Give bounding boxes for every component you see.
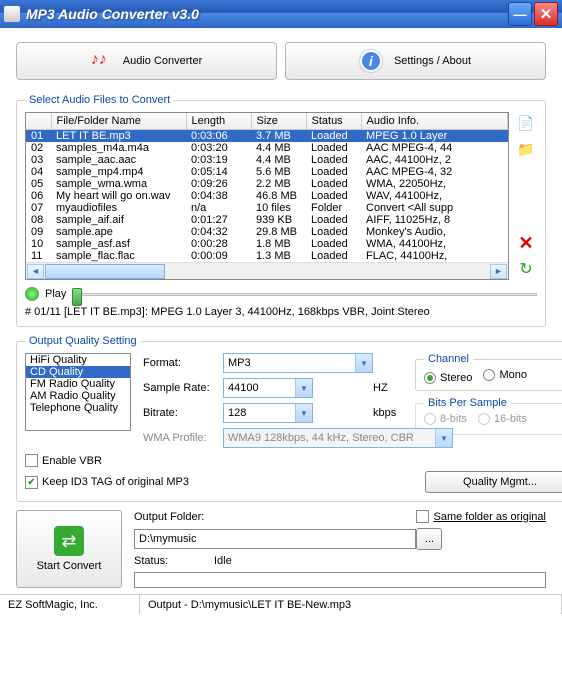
- channel-fieldset: Channel Stereo Mono: [415, 353, 562, 391]
- close-button[interactable]: ✕: [534, 2, 558, 26]
- refresh-button[interactable]: ↻: [515, 258, 537, 280]
- quality-preset-list[interactable]: HiFi QualityCD QualityFM Radio QualityAM…: [25, 353, 131, 431]
- play-icon[interactable]: [25, 287, 39, 301]
- play-label[interactable]: Play: [45, 288, 66, 300]
- file-info-line: # 01/11 [LET IT BE.mp3]: MPEG 1.0 Layer …: [25, 306, 537, 318]
- info-icon: i: [360, 50, 382, 72]
- output-folder-label: Output Folder:: [134, 511, 214, 523]
- scroll-right-icon[interactable]: ►: [490, 264, 507, 279]
- col-status[interactable]: Status: [306, 113, 361, 130]
- same-folder-check[interactable]: Same folder as original: [416, 510, 546, 523]
- files-legend: Select Audio Files to Convert: [25, 94, 174, 106]
- chevron-down-icon: ▼: [295, 404, 312, 422]
- scroll-left-icon[interactable]: ◄: [27, 264, 44, 279]
- start-convert-button[interactable]: ⇄ Start Convert: [16, 510, 122, 588]
- bits-legend: Bits Per Sample: [424, 397, 511, 409]
- wmaprofile-label: WMA Profile:: [143, 432, 223, 444]
- table-row[interactable]: 03sample_aac.aac0:03:194.4 MBLoadedAAC, …: [26, 154, 508, 166]
- status-label: Status:: [134, 555, 214, 567]
- bitrate-combo[interactable]: 128▼: [223, 403, 313, 423]
- audio-converter-label: Audio Converter: [123, 55, 203, 67]
- table-row[interactable]: 11sample_flac.flac0:00:091.3 MBLoadedFLA…: [26, 250, 508, 262]
- col-num[interactable]: [26, 113, 51, 130]
- settings-about-label: Settings / About: [394, 55, 471, 67]
- add-folder-button[interactable]: 📁: [515, 138, 537, 160]
- output-folder-field[interactable]: D:\mymusic: [134, 529, 416, 549]
- samplerate-combo[interactable]: 44100▼: [223, 378, 313, 398]
- preset-item[interactable]: AM Radio Quality: [26, 390, 130, 402]
- chevron-down-icon: ▼: [435, 429, 452, 447]
- col-length[interactable]: Length: [186, 113, 251, 130]
- start-convert-label: Start Convert: [37, 560, 102, 572]
- enable-vbr-check[interactable]: Enable VBR: [25, 454, 102, 467]
- chevron-down-icon: ▼: [355, 354, 372, 372]
- table-row[interactable]: 06My heart will go on.wav0:04:3846.8 MBL…: [26, 190, 508, 202]
- progress-bar: [134, 572, 546, 588]
- table-row[interactable]: 04sample_mp4.mp40:05:145.6 MBLoadedAAC M…: [26, 166, 508, 178]
- table-row[interactable]: 01LET IT BE.mp30:03:063.7 MBLoadedMPEG 1…: [26, 130, 508, 143]
- output-cell: Output - D:\mymusic\LET IT BE-New.mp3: [140, 595, 562, 614]
- bits16-radio: 16-bits: [478, 413, 527, 425]
- remove-button[interactable]: ✕: [515, 232, 537, 254]
- quality-mgmt-button[interactable]: Quality Mgmt...: [425, 471, 562, 493]
- preset-item[interactable]: Telephone Quality: [26, 402, 130, 414]
- audio-converter-button[interactable]: ♪♪ Audio Converter: [16, 42, 277, 80]
- file-table[interactable]: File/Folder Name Length Size Status Audi…: [25, 112, 509, 280]
- table-row[interactable]: 07myaudiofilesn/a10 filesFolderConvert <…: [26, 202, 508, 214]
- col-name[interactable]: File/Folder Name: [51, 113, 186, 130]
- chevron-down-icon: ▼: [295, 379, 312, 397]
- channel-legend: Channel: [424, 353, 473, 365]
- wmaprofile-combo: WMA9 128kbps, 44 kHz, Stereo, CBR▼: [223, 428, 453, 448]
- window-title: MP3 Audio Converter v3.0: [26, 6, 506, 22]
- bitrate-label: Bitrate:: [143, 407, 223, 419]
- mono-radio[interactable]: Mono: [483, 369, 527, 381]
- add-file-button[interactable]: 📄: [515, 112, 537, 134]
- col-info[interactable]: Audio Info.: [361, 113, 508, 130]
- play-slider[interactable]: [72, 286, 537, 302]
- company-cell: EZ SoftMagic, Inc.: [0, 595, 140, 614]
- bits8-radio: 8-bits: [424, 413, 467, 425]
- minimize-button[interactable]: —: [508, 2, 532, 26]
- keep-id3-check[interactable]: ✔Keep ID3 TAG of original MP3: [25, 476, 189, 489]
- app-icon: [4, 6, 20, 22]
- samplerate-label: Sample Rate:: [143, 382, 223, 394]
- settings-about-button[interactable]: i Settings / About: [285, 42, 546, 80]
- format-label: Format:: [143, 357, 223, 369]
- music-note-icon: ♪♪: [91, 51, 111, 71]
- kbps-label: kbps: [373, 407, 403, 419]
- scroll-thumb[interactable]: [45, 264, 165, 279]
- output-legend: Output Quality Setting: [25, 335, 141, 347]
- table-row[interactable]: 10sample_asf.asf0:00:281.8 MBLoadedWMA, …: [26, 238, 508, 250]
- col-size[interactable]: Size: [251, 113, 306, 130]
- stereo-radio[interactable]: Stereo: [424, 372, 472, 384]
- preset-item[interactable]: FM Radio Quality: [26, 378, 130, 390]
- status-value: Idle: [214, 555, 546, 567]
- preset-item[interactable]: HiFi Quality: [26, 354, 130, 366]
- table-row[interactable]: 05sample_wma.wma0:09:262.2 MBLoadedWMA, …: [26, 178, 508, 190]
- convert-arrows-icon: ⇄: [54, 526, 84, 556]
- format-combo[interactable]: MP3▼: [223, 353, 373, 373]
- output-fieldset: Output Quality Setting HiFi QualityCD Qu…: [16, 335, 562, 502]
- title-bar: MP3 Audio Converter v3.0 — ✕: [0, 0, 562, 28]
- status-bar: EZ SoftMagic, Inc. Output - D:\mymusic\L…: [0, 594, 562, 614]
- table-row[interactable]: 08sample_aif.aif0:01:27939 KBLoadedAIFF,…: [26, 214, 508, 226]
- table-row[interactable]: 09sample.ape0:04:3229.8 MBLoadedMonkey's…: [26, 226, 508, 238]
- files-fieldset: Select Audio Files to Convert File/Folde…: [16, 94, 546, 327]
- preset-item[interactable]: CD Quality: [26, 366, 130, 378]
- table-row[interactable]: 02samples_m4a.m4a0:03:204.4 MBLoadedAAC …: [26, 142, 508, 154]
- browse-button[interactable]: ...: [416, 528, 442, 550]
- hz-label: HZ: [373, 382, 403, 394]
- horizontal-scrollbar[interactable]: ◄ ►: [26, 262, 508, 279]
